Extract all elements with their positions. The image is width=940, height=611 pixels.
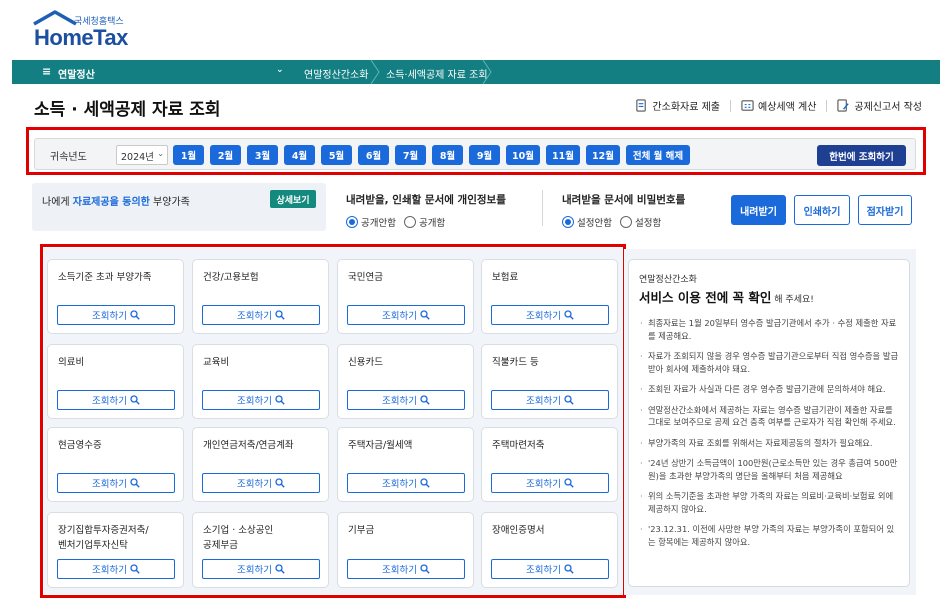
menu-icon[interactable]: ≡ bbox=[42, 65, 51, 78]
radio-label: 공개안함 bbox=[361, 218, 396, 229]
breadcrumb-current[interactable]: 소득·세액공제 자료 조회 bbox=[386, 66, 488, 81]
consent-text: 나에게 자료제공을 동의한 부양가족 bbox=[42, 193, 190, 208]
doc-password-title: 내려받을 문서에 비밀번호를 bbox=[562, 194, 686, 206]
top-link-label: 간소화자료 제출 bbox=[652, 102, 721, 113]
radio-circle bbox=[619, 216, 632, 228]
tax-estimate-link[interactable]: 예상세액 계산 bbox=[741, 98, 816, 113]
radio-label: 공개함 bbox=[418, 218, 446, 229]
notice-headline: 서비스 이용 전에 꼭 확인 해 주세요! bbox=[639, 287, 814, 306]
breadcrumb-separator-icon bbox=[370, 60, 380, 84]
hometax-logo[interactable]: 국세청홈택스 HomeTax bbox=[32, 8, 142, 50]
notice-tag: 연말정산간소화 bbox=[639, 275, 697, 285]
radio-label: 설정안함 bbox=[577, 218, 612, 229]
download-button[interactable]: 내려받기 bbox=[731, 195, 786, 225]
form-edit-icon bbox=[837, 99, 850, 112]
notice-panel: 연말정산간소화 서비스 이용 전에 꼭 확인 해 주세요! 최종자료는 1월 2… bbox=[628, 259, 910, 587]
top-link-label: 공제신고서 작성 bbox=[854, 102, 922, 113]
braille-button[interactable]: 점자받기 bbox=[858, 195, 912, 225]
notice-item: 부양가족의 자료 조회를 위해서는 자료제공동의 절차가 필요해요. bbox=[639, 437, 901, 450]
deduction-form-link[interactable]: 공제신고서 작성 bbox=[837, 98, 922, 113]
radio-public[interactable]: 공개함 bbox=[403, 215, 446, 229]
notice-item: '23.12.31. 이전에 사망한 부양 가족의 자료는 부양가족이 포함되어… bbox=[639, 523, 901, 548]
detail-view-button[interactable]: 상세보기 bbox=[270, 190, 316, 208]
chevron-down-icon[interactable]: ⌄ bbox=[276, 65, 284, 75]
radio-label: 설정함 bbox=[634, 218, 662, 229]
notice-list: 최종자료는 1월 20일부터 영수증 발급기관에서 추가 · 수정 제출한 자료… bbox=[639, 317, 901, 556]
highlight-box bbox=[26, 127, 926, 175]
top-link-label: 예상세액 계산 bbox=[758, 102, 817, 113]
notice-item: 연말정산간소화에서 제공하는 자료는 영수증 발급기관이 제출한 자료를 그대로… bbox=[639, 404, 901, 429]
radio-circle bbox=[562, 216, 574, 228]
top-links: 간소화자료 제출 예상세액 계산 공제신고서 작성 bbox=[635, 98, 922, 113]
consent-highlight: 자료제공을 동의한 bbox=[72, 197, 150, 208]
radio-no-password[interactable]: 설정안함 bbox=[562, 215, 612, 229]
calculator-icon bbox=[741, 100, 754, 111]
notice-item: '24년 상반기 소득금액이 100만원(근로소득만 있는 경우 총급여 500… bbox=[639, 457, 901, 482]
notice-headline-main: 서비스 이용 전에 꼭 확인 bbox=[639, 290, 772, 305]
document-submit-icon bbox=[636, 99, 647, 112]
breadcrumb-item[interactable]: 연말정산간소화 bbox=[304, 66, 368, 81]
notice-item: 최종자료는 1월 20일부터 영수증 발급기관에서 추가 · 수정 제출한 자료… bbox=[639, 317, 901, 342]
consent-prefix: 나에게 bbox=[42, 197, 73, 208]
submit-simplified-data-link[interactable]: 간소화자료 제출 bbox=[635, 98, 720, 113]
divider bbox=[542, 190, 543, 226]
radio-set-password[interactable]: 설정함 bbox=[619, 215, 662, 229]
notice-item: 자료가 조회되지 않을 경우 영수증 발급기관으로부터 직접 영수증을 발급받아… bbox=[639, 350, 901, 375]
print-privacy-title: 내려받을, 인쇄할 문서에 개인정보를 bbox=[346, 194, 506, 206]
radio-private[interactable]: 공개안함 bbox=[346, 215, 396, 229]
radio-circle bbox=[346, 216, 358, 228]
print-privacy-option: 내려받을, 인쇄할 문서에 개인정보를 공개안함 공개함 bbox=[346, 192, 506, 229]
radio-circle bbox=[403, 216, 416, 228]
logo-brand: HomeTax bbox=[34, 25, 128, 50]
nav-menu-label[interactable]: 연말정산 bbox=[58, 66, 95, 81]
print-button[interactable]: 인쇄하기 bbox=[794, 195, 850, 225]
page-title: 소득 · 세액공제 자료 조회 bbox=[34, 100, 221, 120]
notice-item: 조회된 자료가 사실과 다른 경우 영수증 발급기관에 문의하셔야 해요. bbox=[639, 383, 901, 396]
divider bbox=[730, 99, 732, 112]
consent-suffix: 부양가족 bbox=[149, 197, 190, 208]
doc-password-option: 내려받을 문서에 비밀번호를 설정안함 설정함 bbox=[562, 192, 685, 229]
divider bbox=[826, 99, 828, 112]
notice-headline-suffix: 해 주세요! bbox=[771, 295, 814, 305]
highlight-box bbox=[40, 244, 626, 598]
breadcrumb-separator-icon bbox=[482, 60, 492, 84]
notice-item: 위의 소득기준을 초과한 부양 가족의 자료는 의료비·교육비·보험료 외에 제… bbox=[639, 490, 901, 515]
nav-bar: ≡ 연말정산 ⌄ 연말정산간소화 소득·세액공제 자료 조회 bbox=[12, 60, 940, 84]
